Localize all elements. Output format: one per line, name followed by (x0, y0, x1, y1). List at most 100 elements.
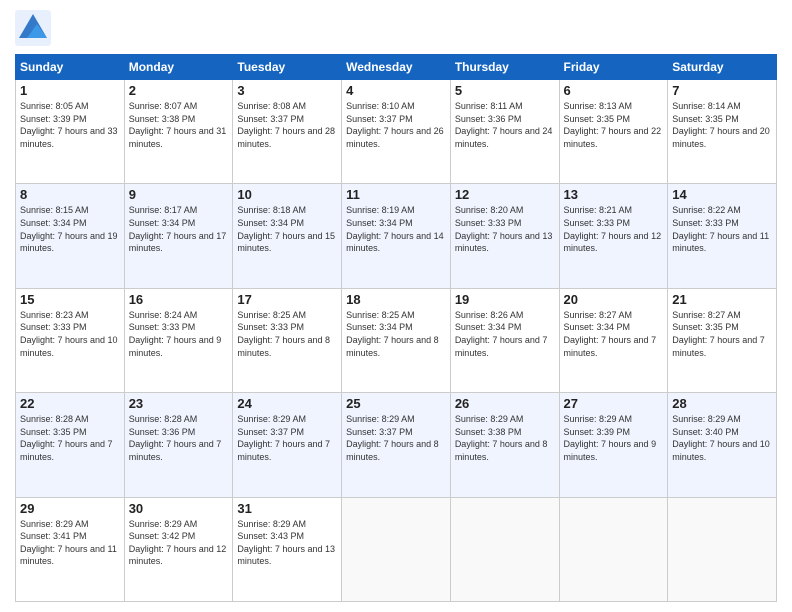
calendar-cell: 29 Sunrise: 8:29 AMSunset: 3:41 PMDayligh… (16, 497, 125, 601)
header (15, 10, 777, 46)
day-info: Sunrise: 8:28 AMSunset: 3:36 PMDaylight:… (129, 413, 229, 463)
day-info: Sunrise: 8:22 AMSunset: 3:33 PMDaylight:… (672, 204, 772, 254)
calendar-cell: 27 Sunrise: 8:29 AMSunset: 3:39 PMDayligh… (559, 393, 668, 497)
calendar-cell: 11 Sunrise: 8:19 AMSunset: 3:34 PMDayligh… (342, 184, 451, 288)
day-info: Sunrise: 8:29 AMSunset: 3:37 PMDaylight:… (237, 413, 337, 463)
calendar-cell: 8 Sunrise: 8:15 AMSunset: 3:34 PMDaylight… (16, 184, 125, 288)
day-info: Sunrise: 8:08 AMSunset: 3:37 PMDaylight:… (237, 100, 337, 150)
day-number: 22 (20, 396, 120, 411)
weekday-header-thursday: Thursday (450, 55, 559, 80)
day-info: Sunrise: 8:26 AMSunset: 3:34 PMDaylight:… (455, 309, 555, 359)
day-info: Sunrise: 8:18 AMSunset: 3:34 PMDaylight:… (237, 204, 337, 254)
day-info: Sunrise: 8:10 AMSunset: 3:37 PMDaylight:… (346, 100, 446, 150)
calendar-cell: 7Sunrise: 8:14 AMSunset: 3:35 PMDaylight… (668, 80, 777, 184)
day-info: Sunrise: 8:29 AMSunset: 3:41 PMDaylight:… (20, 518, 120, 568)
weekday-header-wednesday: Wednesday (342, 55, 451, 80)
day-number: 25 (346, 396, 446, 411)
day-number: 3 (237, 83, 337, 98)
calendar-cell: 26Sunrise: 8:29 AMSunset: 3:38 PMDayligh… (450, 393, 559, 497)
day-number: 12 (455, 187, 555, 202)
calendar-cell: 31 Sunrise: 8:29 AMSunset: 3:43 PMDayligh… (233, 497, 342, 601)
calendar-cell: 1 Sunrise: 8:05 AMSunset: 3:39 PMDaylight… (16, 80, 125, 184)
calendar-cell: 22Sunrise: 8:28 AMSunset: 3:35 PMDayligh… (16, 393, 125, 497)
weekday-header-row: SundayMondayTuesdayWednesdayThursdayFrid… (16, 55, 777, 80)
day-info: Sunrise: 8:29 AMSunset: 3:43 PMDaylight:… (237, 518, 337, 568)
calendar-cell: 10 Sunrise: 8:18 AMSunset: 3:34 PMDayligh… (233, 184, 342, 288)
day-info: Sunrise: 8:07 AMSunset: 3:38 PMDaylight:… (129, 100, 229, 150)
day-number: 19 (455, 292, 555, 307)
weekday-header-tuesday: Tuesday (233, 55, 342, 80)
calendar-cell: 5 Sunrise: 8:11 AMSunset: 3:36 PMDaylight… (450, 80, 559, 184)
day-info: Sunrise: 8:25 AMSunset: 3:33 PMDaylight:… (237, 309, 337, 359)
calendar-week-2: 8 Sunrise: 8:15 AMSunset: 3:34 PMDaylight… (16, 184, 777, 288)
day-number: 13 (564, 187, 664, 202)
calendar-cell: 25 Sunrise: 8:29 AMSunset: 3:37 PMDayligh… (342, 393, 451, 497)
logo-icon (15, 10, 51, 46)
calendar-week-3: 15 Sunrise: 8:23 AMSunset: 3:33 PMDayligh… (16, 288, 777, 392)
weekday-header-monday: Monday (124, 55, 233, 80)
calendar-week-5: 29 Sunrise: 8:29 AMSunset: 3:41 PMDayligh… (16, 497, 777, 601)
calendar-cell: 21 Sunrise: 8:27 AMSunset: 3:35 PMDayligh… (668, 288, 777, 392)
day-info: Sunrise: 8:23 AMSunset: 3:33 PMDaylight:… (20, 309, 120, 359)
day-number: 20 (564, 292, 664, 307)
logo (15, 10, 57, 46)
weekday-header-saturday: Saturday (668, 55, 777, 80)
weekday-header-sunday: Sunday (16, 55, 125, 80)
day-info: Sunrise: 8:29 AMSunset: 3:37 PMDaylight:… (346, 413, 446, 463)
day-number: 2 (129, 83, 229, 98)
calendar-cell: 4 Sunrise: 8:10 AMSunset: 3:37 PMDaylight… (342, 80, 451, 184)
day-info: Sunrise: 8:27 AMSunset: 3:35 PMDaylight:… (672, 309, 772, 359)
calendar-cell: 30 Sunrise: 8:29 AMSunset: 3:42 PMDayligh… (124, 497, 233, 601)
day-number: 1 (20, 83, 120, 98)
day-number: 7 (672, 83, 772, 98)
calendar-week-1: 1 Sunrise: 8:05 AMSunset: 3:39 PMDaylight… (16, 80, 777, 184)
calendar-cell: 9Sunrise: 8:17 AMSunset: 3:34 PMDaylight… (124, 184, 233, 288)
calendar-cell: 17Sunrise: 8:25 AMSunset: 3:33 PMDayligh… (233, 288, 342, 392)
calendar-cell: 6 Sunrise: 8:13 AMSunset: 3:35 PMDaylight… (559, 80, 668, 184)
day-number: 31 (237, 501, 337, 516)
day-info: Sunrise: 8:29 AMSunset: 3:39 PMDaylight:… (564, 413, 664, 463)
calendar-cell: 3 Sunrise: 8:08 AMSunset: 3:37 PMDaylight… (233, 80, 342, 184)
calendar-cell: 12 Sunrise: 8:20 AMSunset: 3:33 PMDayligh… (450, 184, 559, 288)
day-info: Sunrise: 8:11 AMSunset: 3:36 PMDaylight:… (455, 100, 555, 150)
day-info: Sunrise: 8:24 AMSunset: 3:33 PMDaylight:… (129, 309, 229, 359)
day-number: 16 (129, 292, 229, 307)
day-number: 10 (237, 187, 337, 202)
day-info: Sunrise: 8:17 AMSunset: 3:34 PMDaylight:… (129, 204, 229, 254)
day-info: Sunrise: 8:25 AMSunset: 3:34 PMDaylight:… (346, 309, 446, 359)
day-number: 29 (20, 501, 120, 516)
calendar-cell: 18 Sunrise: 8:25 AMSunset: 3:34 PMDayligh… (342, 288, 451, 392)
calendar-week-4: 22Sunrise: 8:28 AMSunset: 3:35 PMDayligh… (16, 393, 777, 497)
day-number: 4 (346, 83, 446, 98)
day-number: 28 (672, 396, 772, 411)
day-info: Sunrise: 8:29 AMSunset: 3:38 PMDaylight:… (455, 413, 555, 463)
calendar-cell (342, 497, 451, 601)
day-info: Sunrise: 8:05 AMSunset: 3:39 PMDaylight:… (20, 100, 120, 150)
day-info: Sunrise: 8:20 AMSunset: 3:33 PMDaylight:… (455, 204, 555, 254)
day-number: 23 (129, 396, 229, 411)
day-number: 11 (346, 187, 446, 202)
calendar-table: SundayMondayTuesdayWednesdayThursdayFrid… (15, 54, 777, 602)
calendar-cell: 24 Sunrise: 8:29 AMSunset: 3:37 PMDayligh… (233, 393, 342, 497)
day-number: 21 (672, 292, 772, 307)
day-number: 27 (564, 396, 664, 411)
calendar-cell: 13Sunrise: 8:21 AMSunset: 3:33 PMDayligh… (559, 184, 668, 288)
day-number: 6 (564, 83, 664, 98)
day-number: 15 (20, 292, 120, 307)
day-number: 14 (672, 187, 772, 202)
weekday-header-friday: Friday (559, 55, 668, 80)
calendar-cell: 20Sunrise: 8:27 AMSunset: 3:34 PMDayligh… (559, 288, 668, 392)
calendar-cell (559, 497, 668, 601)
calendar-cell: 16 Sunrise: 8:24 AMSunset: 3:33 PMDayligh… (124, 288, 233, 392)
day-number: 30 (129, 501, 229, 516)
day-number: 18 (346, 292, 446, 307)
day-info: Sunrise: 8:29 AMSunset: 3:42 PMDaylight:… (129, 518, 229, 568)
calendar-cell: 28Sunrise: 8:29 AMSunset: 3:40 PMDayligh… (668, 393, 777, 497)
day-info: Sunrise: 8:19 AMSunset: 3:34 PMDaylight:… (346, 204, 446, 254)
day-info: Sunrise: 8:13 AMSunset: 3:35 PMDaylight:… (564, 100, 664, 150)
day-info: Sunrise: 8:15 AMSunset: 3:34 PMDaylight:… (20, 204, 120, 254)
calendar-cell: 14 Sunrise: 8:22 AMSunset: 3:33 PMDayligh… (668, 184, 777, 288)
day-number: 8 (20, 187, 120, 202)
day-number: 24 (237, 396, 337, 411)
day-number: 5 (455, 83, 555, 98)
